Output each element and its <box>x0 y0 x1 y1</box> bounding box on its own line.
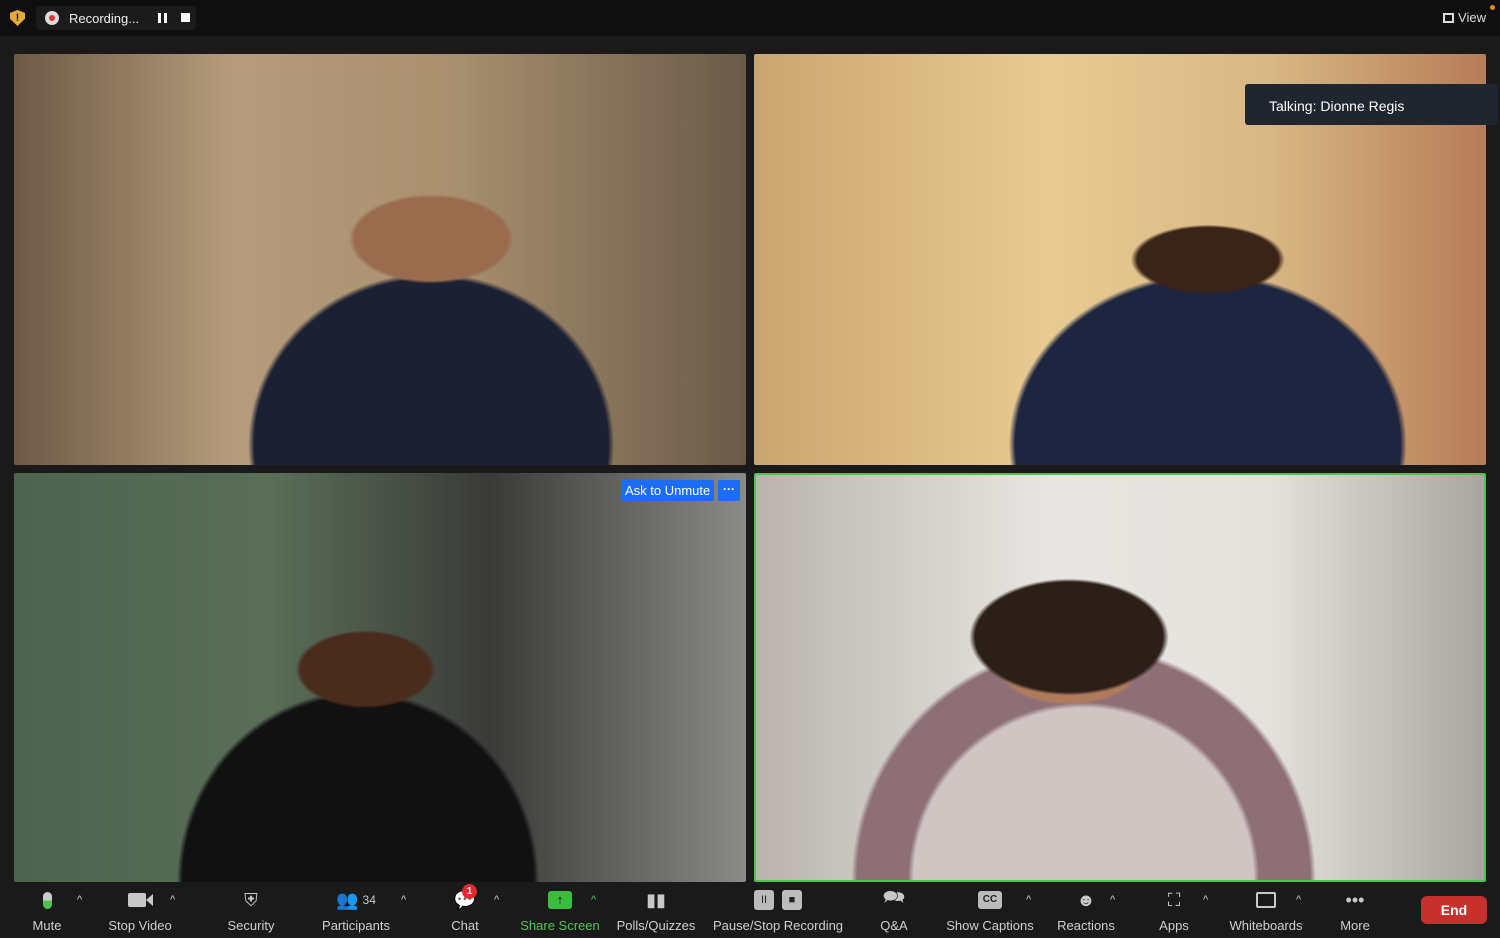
stop-video-button[interactable]: Stop Video <box>100 888 180 933</box>
view-button[interactable]: View <box>1443 10 1486 25</box>
view-label: View <box>1458 10 1486 25</box>
stop-video-label: Stop Video <box>108 918 172 933</box>
video-options-caret[interactable]: ^ <box>170 894 175 906</box>
notification-dot <box>1490 5 1495 10</box>
microphone-icon <box>22 888 72 912</box>
pause-stop-recording-label: Pause/Stop Recording <box>712 918 844 933</box>
recording-indicator: Recording... <box>36 6 196 30</box>
show-captions-button[interactable]: CC Show Captions <box>944 888 1036 933</box>
ellipsis-icon: ••• <box>1345 889 1365 910</box>
video-tile-3[interactable] <box>14 473 746 882</box>
mute-button[interactable]: Mute <box>22 888 72 933</box>
share-screen-label: Share Screen <box>520 918 600 933</box>
meeting-toolbar: Mute ^ Stop Video ^ ⛨ Security 👥 34 Partici… <box>0 882 1500 938</box>
record-icon <box>45 11 59 25</box>
qa-icon: 🗪 <box>882 887 906 907</box>
more-button[interactable]: ••• More <box>1336 888 1374 934</box>
video-camera-icon <box>100 888 180 912</box>
talking-indicator: Talking: Dionne Regis <box>1245 84 1498 125</box>
participants-options-caret[interactable]: ^ <box>401 894 406 906</box>
share-options-caret[interactable]: ^ <box>591 894 596 906</box>
qa-label: Q&A <box>880 918 908 933</box>
participants-button[interactable]: 👥 34 Participants <box>316 888 396 934</box>
share-screen-icon: ↑ <box>518 888 602 912</box>
chat-label: Chat <box>451 918 479 933</box>
qa-button[interactable]: 🗪 Q&A <box>876 887 912 933</box>
chat-unread-badge: 1 <box>462 884 477 899</box>
share-screen-button[interactable]: ↑ Share Screen <box>518 888 602 933</box>
cc-glyph: CC <box>978 891 1002 909</box>
grid-view-icon <box>1443 13 1455 23</box>
whiteboards-label: Whiteboards <box>1229 918 1303 933</box>
pause-recording-icon[interactable] <box>158 13 167 23</box>
security-button[interactable]: ⛨ Security <box>220 888 282 934</box>
apps-label: Apps <box>1159 918 1189 933</box>
pause-stop-recording-button[interactable]: II ■ Pause/Stop Recording <box>710 888 846 933</box>
bar-chart-icon: ▮▮ <box>646 889 666 910</box>
whiteboard-icon <box>1226 888 1306 912</box>
apps-button[interactable]: ⛶ Apps <box>1155 888 1193 934</box>
mute-label: Mute <box>32 918 62 933</box>
security-shield-icon[interactable]: ! <box>10 10 25 26</box>
show-captions-label: Show Captions <box>946 918 1034 933</box>
chat-button[interactable]: 💬 1 Chat <box>445 884 485 933</box>
security-label: Security <box>227 918 275 933</box>
participants-icon: 👥 34 <box>336 889 376 910</box>
apps-icon: ⛶ <box>1167 889 1181 910</box>
pause-stop-icons: II ■ <box>710 888 846 912</box>
whiteboards-button[interactable]: Whiteboards <box>1226 888 1306 933</box>
polls-quizzes-button[interactable]: ▮▮ Polls/Quizzes <box>614 888 698 934</box>
closed-captions-icon: CC <box>944 888 1036 912</box>
participants-count: 34 <box>362 893 376 907</box>
chat-bubble-icon: 💬 1 <box>453 884 477 910</box>
audio-options-caret[interactable]: ^ <box>77 894 82 906</box>
recording-label: Recording... <box>69 11 140 26</box>
polls-label: Polls/Quizzes <box>616 918 696 933</box>
end-meeting-button[interactable]: End <box>1421 896 1487 924</box>
smiley-plus-icon: ☻ <box>1076 889 1096 910</box>
reactions-button[interactable]: ☻ Reactions <box>1054 888 1118 934</box>
video-tile-1[interactable] <box>14 54 746 465</box>
apps-options-caret[interactable]: ^ <box>1203 894 1208 906</box>
more-label: More <box>1340 918 1370 933</box>
participants-label: Participants <box>322 918 390 933</box>
whiteboards-options-caret[interactable]: ^ <box>1296 894 1301 906</box>
top-bar: ! Recording... View <box>0 0 1500 36</box>
stop-recording-icon[interactable] <box>181 13 190 22</box>
reactions-options-caret[interactable]: ^ <box>1110 894 1115 906</box>
reactions-label: Reactions <box>1057 918 1115 933</box>
video-tile-4-active-speaker[interactable] <box>754 473 1486 882</box>
captions-options-caret[interactable]: ^ <box>1026 894 1031 906</box>
tile-more-options-button[interactable]: ··· <box>718 480 740 501</box>
chat-options-caret[interactable]: ^ <box>494 894 499 906</box>
shield-icon: ⛨ <box>244 889 258 910</box>
ask-to-unmute-button[interactable]: Ask to Unmute <box>621 480 715 501</box>
